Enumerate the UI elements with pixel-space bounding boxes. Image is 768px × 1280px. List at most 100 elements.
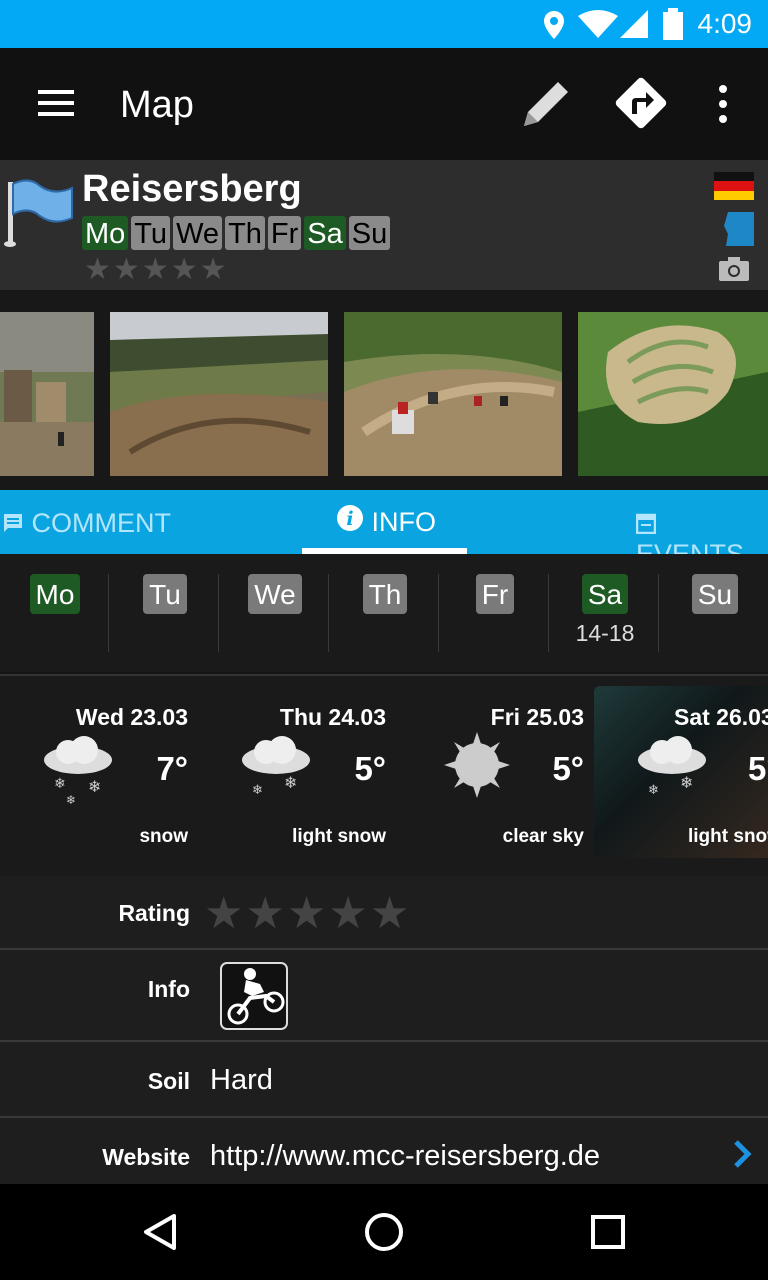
track-header[interactable]: Reisersberg Mo Tu We Th Fr Sa Su ★★★★★ xyxy=(0,160,768,290)
comment-icon xyxy=(4,514,22,532)
track-photo-1[interactable] xyxy=(0,312,94,476)
info-row: Info xyxy=(0,950,768,1042)
soil-row: Soil Hard xyxy=(0,1042,768,1118)
germany-flag-icon xyxy=(714,172,754,200)
weather-date: Fri 25.03 xyxy=(490,704,584,730)
tab-comment[interactable]: COMMENT xyxy=(2,508,171,539)
star-icon: ★ xyxy=(112,253,140,286)
divider xyxy=(438,574,439,652)
weather-day-3: Fri 25.03 5° clear sky xyxy=(396,676,596,876)
tab-bar: COMMENT i INFO EVENTS xyxy=(0,490,768,569)
photo-strip[interactable] xyxy=(0,290,768,490)
schedule-day-th: Th xyxy=(330,574,440,620)
website-link[interactable]: http://www.mcc-reisersberg.de xyxy=(210,1140,600,1173)
divider xyxy=(218,574,219,652)
star-icon[interactable]: ★ xyxy=(287,888,326,939)
weather-date: Wed 23.03 xyxy=(75,704,188,730)
track-photo-2[interactable] xyxy=(110,312,328,476)
svg-text:❄: ❄ xyxy=(88,777,101,796)
website-label: Website xyxy=(102,1144,190,1170)
weather-description: light snow xyxy=(292,826,386,847)
page-title: Map xyxy=(120,84,194,126)
weather-day-2: ❄ ❄ Thu 24.03 5° light snow xyxy=(198,676,398,876)
weather-day-1: ❄ ❄ ❄ Wed 23.03 7° snow xyxy=(0,676,200,876)
schedule-day-label: Sa xyxy=(581,574,629,614)
region-shape-icon xyxy=(724,212,754,246)
star-icon[interactable]: ★ xyxy=(204,888,243,939)
location-icon xyxy=(544,11,564,39)
sun-icon xyxy=(444,732,510,798)
weather-forecast[interactable]: ❄ ❄ ❄ Wed 23.03 7° snow ❄ ❄ Thu 24.03 5° li… xyxy=(0,674,768,878)
battery-icon xyxy=(663,8,683,40)
schedule-day-we: We xyxy=(220,574,330,620)
schedule-day-sa: Sa 14-18 xyxy=(550,574,660,647)
weather-description: light snow xyxy=(688,826,768,847)
directions-icon[interactable] xyxy=(610,72,672,134)
home-icon[interactable] xyxy=(362,1210,406,1254)
track-name: Reisersberg xyxy=(82,168,302,210)
star-icon[interactable]: ★ xyxy=(328,888,367,939)
tab-info-label: INFO xyxy=(371,507,437,537)
schedule-day-label: Tu xyxy=(143,574,187,614)
snow-cloud-icon: ❄ ❄❄ xyxy=(44,736,112,806)
track-photo-4[interactable] xyxy=(578,312,768,476)
weather-description: snow xyxy=(139,826,188,847)
soil-value: Hard xyxy=(210,1064,273,1096)
back-icon[interactable] xyxy=(140,1212,180,1252)
clock: 4:09 xyxy=(697,8,753,39)
svg-text:❄: ❄ xyxy=(54,776,66,792)
star-icon[interactable]: ★ xyxy=(370,888,409,939)
motocross-icon xyxy=(220,962,288,1030)
soil-label: Soil xyxy=(147,1068,190,1094)
weather-temperature: 5° xyxy=(748,750,768,787)
edit-icon[interactable] xyxy=(516,76,574,134)
status-bar: 4:09 xyxy=(0,0,768,48)
svg-text:❄: ❄ xyxy=(680,773,693,792)
more-icon[interactable] xyxy=(716,84,730,124)
schedule-hours: 14-18 xyxy=(575,620,635,646)
svg-text:i: i xyxy=(346,508,353,530)
tab-info[interactable]: i INFO xyxy=(336,504,436,538)
day-badge-mo: Mo xyxy=(82,216,129,250)
day-badge-tu: Tu xyxy=(131,216,171,250)
star-icon: ★ xyxy=(199,253,227,286)
track-photo-image xyxy=(110,312,328,476)
weather-temperature: 7° xyxy=(156,750,188,787)
camera-icon[interactable] xyxy=(718,256,750,282)
track-photo-3[interactable] xyxy=(344,312,562,476)
chevron-right-icon[interactable] xyxy=(732,1140,752,1168)
day-badge-su: Su xyxy=(348,216,391,250)
weather-day-4: ❄❄ Sat 26.03 5° light snow xyxy=(594,686,768,858)
website-row[interactable]: Website http://www.mcc-reisersberg.de xyxy=(0,1118,768,1184)
weather-date: Sat 26.03 xyxy=(674,704,768,730)
schedule-day-fr: Fr xyxy=(440,574,550,620)
menu-icon[interactable] xyxy=(36,88,76,118)
recents-icon[interactable] xyxy=(590,1214,626,1250)
rating-label: Rating xyxy=(118,900,190,926)
star-icon: ★ xyxy=(170,253,198,286)
schedule-day-label: We xyxy=(248,574,302,614)
schedule-day-label: Th xyxy=(362,574,408,614)
weather-date: Thu 24.03 xyxy=(279,704,386,730)
divider xyxy=(108,574,109,652)
svg-text:❄: ❄ xyxy=(66,793,76,806)
schedule-day-label: Mo xyxy=(29,574,81,614)
track-photo-image xyxy=(0,312,94,476)
navigation-bar xyxy=(0,1184,768,1280)
star-icon[interactable]: ★ xyxy=(245,888,284,939)
day-badge-fr: Fr xyxy=(267,216,302,250)
divider xyxy=(328,574,329,652)
weather-temperature: 5° xyxy=(552,750,584,787)
rating-stars[interactable]: ★★★★★ xyxy=(204,888,411,939)
info-icon: i xyxy=(337,505,363,531)
day-badge-sa: Sa xyxy=(304,216,346,250)
wifi-icon xyxy=(578,10,618,38)
day-badge-th: Th xyxy=(225,216,265,250)
opening-days: Mo Tu We Th Fr Sa Su xyxy=(82,216,393,250)
day-badge-we: We xyxy=(173,216,223,250)
star-icon: ★ xyxy=(141,253,169,286)
weather-temperature: 5° xyxy=(354,750,386,787)
star-icon: ★ xyxy=(84,253,111,286)
snow-cloud-icon: ❄ ❄ xyxy=(242,736,310,798)
track-rating-stars: ★★★★★ xyxy=(84,252,229,287)
